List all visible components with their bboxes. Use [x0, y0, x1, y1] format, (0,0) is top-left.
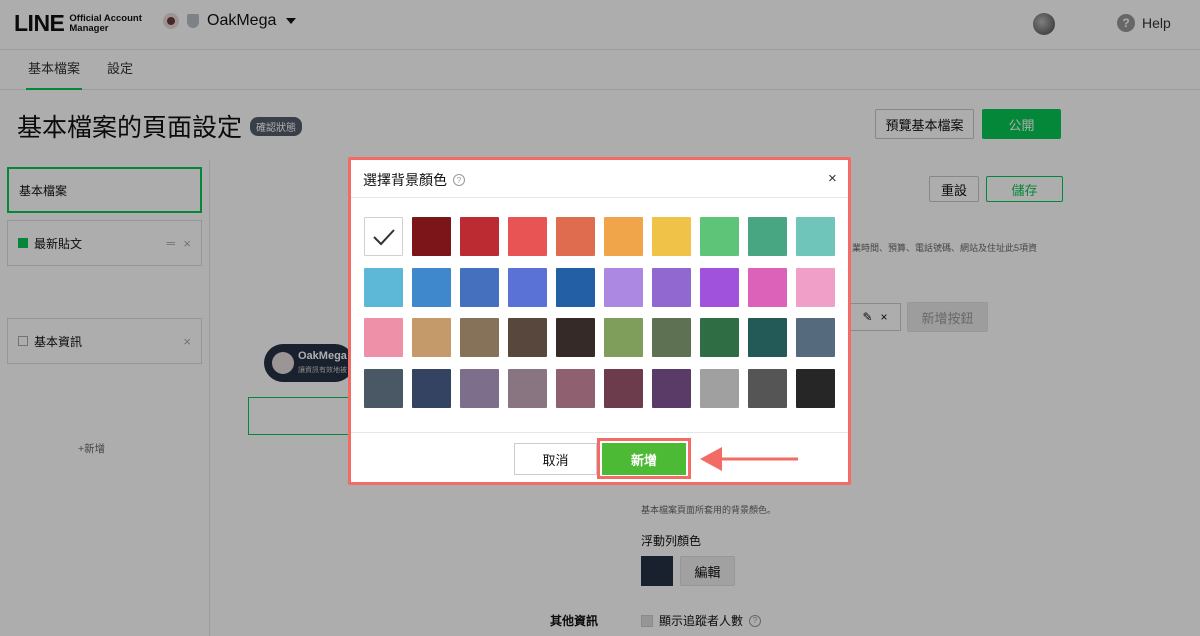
background-color-dialog: 選擇背景顏色 ? × 取消 新增: [351, 160, 848, 482]
color-swatch[interactable]: [364, 318, 403, 357]
color-swatch[interactable]: [700, 217, 739, 256]
dialog-title: 選擇背景顏色 ?: [363, 170, 465, 190]
color-swatch[interactable]: [508, 267, 547, 307]
cancel-button[interactable]: 取消: [514, 443, 597, 475]
color-swatch[interactable]: [652, 368, 691, 408]
color-swatch[interactable]: [508, 368, 547, 408]
color-swatch[interactable]: [604, 318, 643, 357]
color-swatch[interactable]: [364, 368, 403, 408]
color-swatch[interactable]: [412, 267, 451, 307]
color-swatch[interactable]: [556, 217, 595, 256]
color-swatch[interactable]: [556, 267, 595, 307]
color-swatch[interactable]: [796, 318, 835, 357]
help-icon[interactable]: ?: [453, 174, 465, 186]
color-swatch[interactable]: [556, 368, 595, 408]
color-swatch[interactable]: [460, 267, 499, 307]
color-swatch[interactable]: [604, 267, 643, 307]
color-swatch[interactable]: [796, 267, 835, 307]
color-swatch[interactable]: [700, 267, 739, 307]
color-swatch[interactable]: [700, 368, 739, 408]
color-swatch[interactable]: [460, 217, 499, 256]
color-swatch[interactable]: [748, 267, 787, 307]
color-swatch[interactable]: [748, 368, 787, 408]
color-swatch-grid: [364, 217, 838, 408]
color-swatch[interactable]: [748, 318, 787, 357]
color-swatch[interactable]: [412, 368, 451, 408]
color-swatch[interactable]: [508, 318, 547, 357]
close-icon[interactable]: ×: [828, 170, 837, 187]
color-swatch[interactable]: [748, 217, 787, 256]
color-swatch[interactable]: [796, 368, 835, 408]
dialog-header: 選擇背景顏色 ? ×: [351, 160, 848, 198]
color-swatch[interactable]: [460, 318, 499, 357]
arrow-pointer-icon: [700, 447, 798, 471]
color-swatch[interactable]: [652, 217, 691, 256]
color-swatch[interactable]: [604, 217, 643, 256]
add-button[interactable]: 新增: [602, 443, 686, 475]
color-swatch[interactable]: [508, 217, 547, 256]
color-swatch[interactable]: [460, 368, 499, 408]
color-swatch[interactable]: [700, 318, 739, 357]
color-swatch[interactable]: [364, 267, 403, 307]
check-icon: [372, 228, 395, 245]
color-swatch[interactable]: [412, 318, 451, 357]
color-swatch[interactable]: [652, 267, 691, 307]
color-swatch[interactable]: [556, 318, 595, 357]
color-swatch[interactable]: [796, 217, 835, 256]
color-swatch[interactable]: [412, 217, 451, 256]
color-swatch[interactable]: [652, 318, 691, 357]
color-swatch[interactable]: [364, 217, 403, 256]
color-swatch[interactable]: [604, 368, 643, 408]
dialog-title-text: 選擇背景顏色: [363, 172, 447, 188]
